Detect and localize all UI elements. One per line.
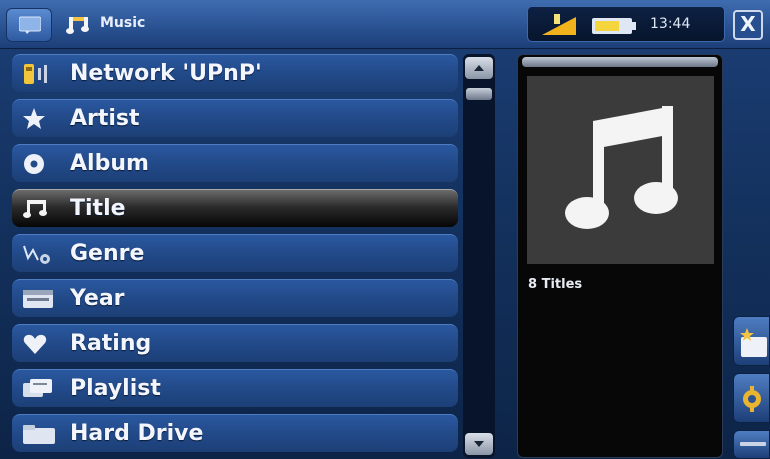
scroll-down-button[interactable] xyxy=(465,433,493,455)
folder-icon xyxy=(23,425,55,444)
category-list: Network 'UPnP' Artist Album Title Genre xyxy=(12,54,458,459)
list-item-label: Playlist xyxy=(70,376,161,401)
list-item-label: Artist xyxy=(70,106,140,131)
app-title: Music xyxy=(100,15,146,31)
playlist-icon xyxy=(23,379,52,397)
list-item-year[interactable]: Year xyxy=(12,279,458,317)
close-button[interactable]: X xyxy=(733,10,763,40)
arrow-up-icon xyxy=(474,65,484,71)
side-tab-more[interactable] xyxy=(733,430,770,459)
star-icon xyxy=(23,108,45,129)
list-item-label: Title xyxy=(70,196,126,221)
scroll-thumb[interactable] xyxy=(466,88,492,100)
list-item-label: Hard Drive xyxy=(70,421,204,446)
preview-panel: 8 Titles xyxy=(517,54,723,458)
disc-icon xyxy=(24,154,44,174)
arrow-down-icon xyxy=(474,441,484,447)
folder-star-icon xyxy=(740,328,767,357)
list-item-hard-drive[interactable]: Hard Drive xyxy=(12,414,458,452)
album-art xyxy=(527,76,714,264)
side-tab-folder[interactable] xyxy=(733,316,770,366)
menu-icon xyxy=(19,16,41,34)
music-note-icon xyxy=(23,200,47,218)
scrollbar[interactable] xyxy=(463,54,495,458)
clock: 13:44 xyxy=(650,16,691,32)
preview-header xyxy=(522,57,718,67)
calendar-icon xyxy=(23,290,53,308)
list-item-title[interactable]: Title xyxy=(12,189,458,227)
more-icon xyxy=(740,442,766,446)
menu-button[interactable] xyxy=(6,8,52,42)
list-item-artist[interactable]: Artist xyxy=(12,99,458,137)
battery-icon xyxy=(592,18,636,34)
scroll-up-button[interactable] xyxy=(465,57,493,79)
list-item-rating[interactable]: Rating xyxy=(12,324,458,362)
genre-icon xyxy=(23,245,50,264)
top-bar: Music 13:44 X xyxy=(0,0,770,49)
music-note-icon xyxy=(565,106,678,229)
side-tab-settings[interactable] xyxy=(733,373,770,423)
list-item-label: Year xyxy=(70,286,125,311)
signal-icon xyxy=(542,14,576,35)
network-icon xyxy=(24,64,47,84)
list-item-network[interactable]: Network 'UPnP' xyxy=(12,54,458,92)
list-item-label: Genre xyxy=(70,241,145,266)
list-item-label: Album xyxy=(70,151,149,176)
list-item-label: Network 'UPnP' xyxy=(70,61,262,86)
music-note-icon xyxy=(66,17,89,34)
list-item-genre[interactable]: Genre xyxy=(12,234,458,272)
status-panel xyxy=(527,6,725,42)
list-item-album[interactable]: Album xyxy=(12,144,458,182)
list-item-label: Rating xyxy=(70,331,152,356)
list-item-playlist[interactable]: Playlist xyxy=(12,369,458,407)
close-icon: X xyxy=(740,12,756,36)
title-count: 8 Titles xyxy=(528,277,583,292)
gear-icon xyxy=(743,386,761,412)
heart-icon xyxy=(23,334,47,354)
